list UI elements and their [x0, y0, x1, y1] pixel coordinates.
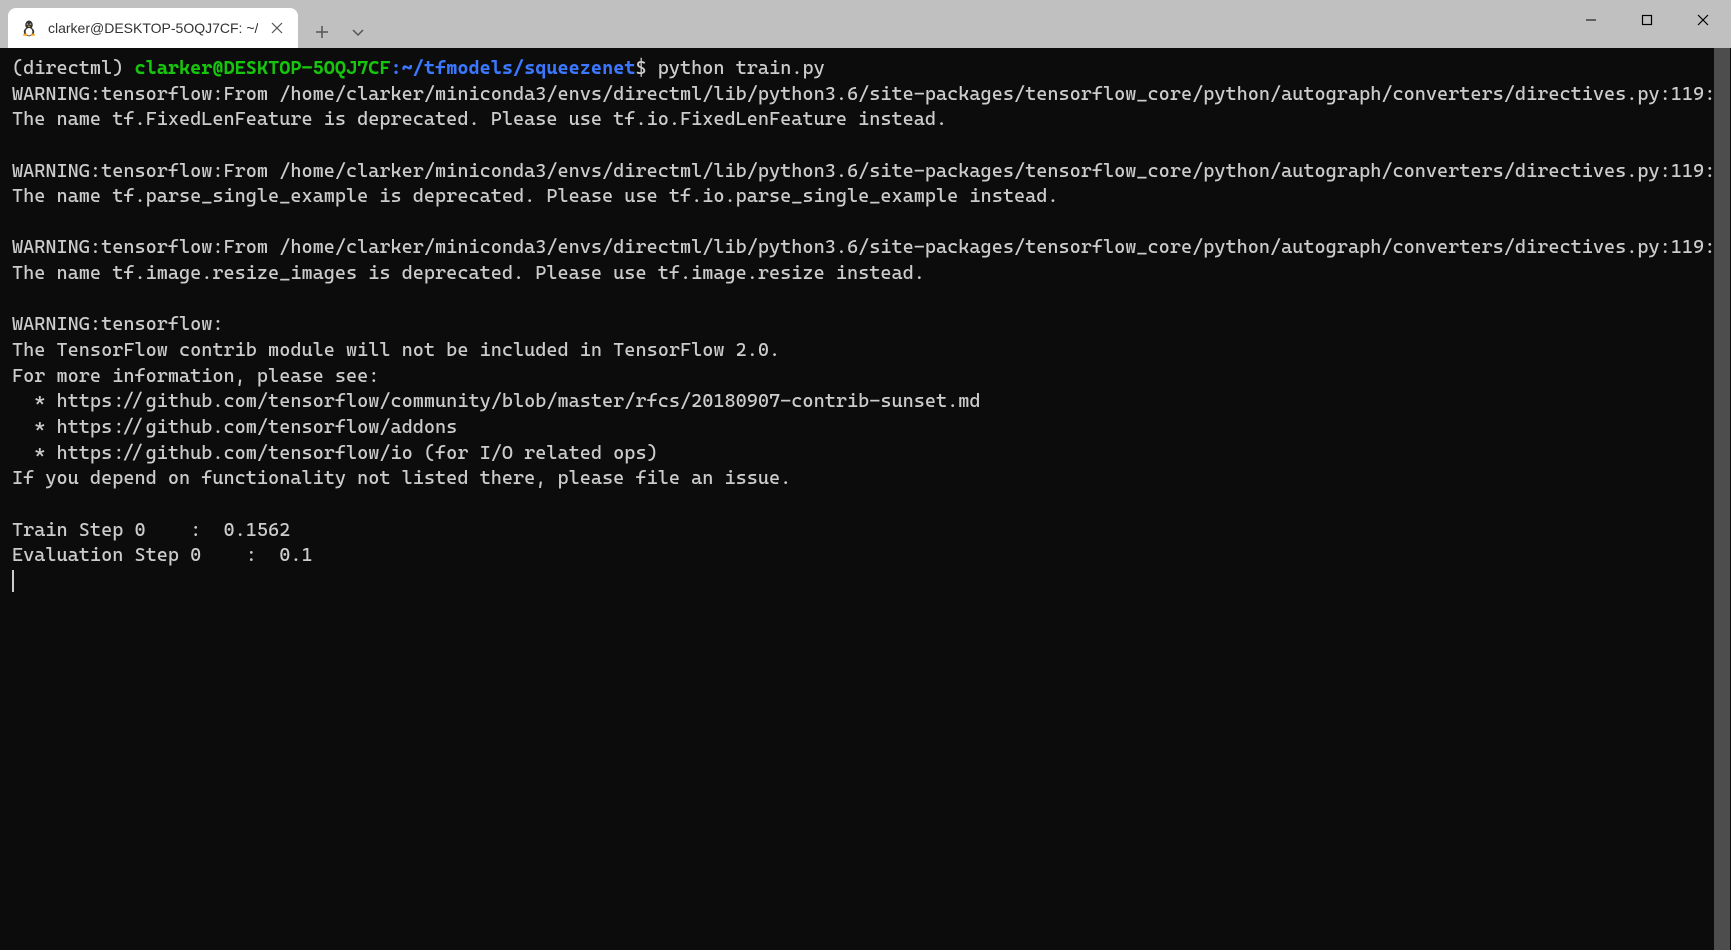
output-warning-3: WARNING:tensorflow:From /home/clarker/mi…	[12, 236, 1726, 284]
prompt-dollar: $	[635, 57, 657, 79]
linux-penguin-icon	[20, 19, 38, 37]
prompt-command: python train.py	[658, 57, 825, 79]
output-eval-step: Evaluation Step 0 : 0.1	[12, 544, 313, 566]
prompt-env: (directml)	[12, 57, 134, 79]
minimize-button[interactable]	[1563, 0, 1619, 40]
close-window-button[interactable]	[1675, 0, 1731, 40]
terminal-content[interactable]: (directml) clarker@DESKTOP-5OQJ7CF:~/tfm…	[0, 48, 1731, 950]
output-link-1: * https://github.com/tensorflow/communit…	[12, 390, 981, 412]
titlebar: clarker@DESKTOP-5OQJ7CF: ~/	[0, 0, 1731, 48]
output-warning-2: WARNING:tensorflow:From /home/clarker/mi…	[12, 160, 1726, 208]
tab-dropdown-button[interactable]	[342, 16, 374, 48]
tab-title: clarker@DESKTOP-5OQJ7CF: ~/	[48, 20, 258, 36]
prompt-colon: :	[391, 57, 402, 79]
output-issue-msg: If you depend on functionality not liste…	[12, 467, 791, 489]
scrollbar[interactable]	[1713, 48, 1731, 950]
scrollbar-thumb[interactable]	[1714, 48, 1730, 950]
terminal-tab[interactable]: clarker@DESKTOP-5OQJ7CF: ~/	[8, 8, 298, 48]
output-train-step: Train Step 0 : 0.1562	[12, 519, 290, 541]
output-more-info: For more information, please see:	[12, 365, 379, 387]
window-controls	[1563, 0, 1731, 40]
new-tab-button[interactable]	[306, 16, 338, 48]
terminal-cursor	[12, 570, 14, 592]
prompt-path: ~/tfmodels/squeezenet	[402, 57, 636, 79]
output-contrib-msg: The TensorFlow contrib module will not b…	[12, 339, 780, 361]
output-warning-1: WARNING:tensorflow:From /home/clarker/mi…	[12, 83, 1726, 131]
maximize-button[interactable]	[1619, 0, 1675, 40]
output-link-2: * https://github.com/tensorflow/addons	[12, 416, 457, 438]
prompt-user-host: clarker@DESKTOP-5OQJ7CF	[134, 57, 390, 79]
output-warning-4: WARNING:tensorflow:	[12, 313, 224, 335]
tabs-area: clarker@DESKTOP-5OQJ7CF: ~/	[0, 0, 374, 48]
tab-close-button[interactable]	[268, 19, 286, 37]
output-link-3: * https://github.com/tensorflow/io (for …	[12, 442, 658, 464]
